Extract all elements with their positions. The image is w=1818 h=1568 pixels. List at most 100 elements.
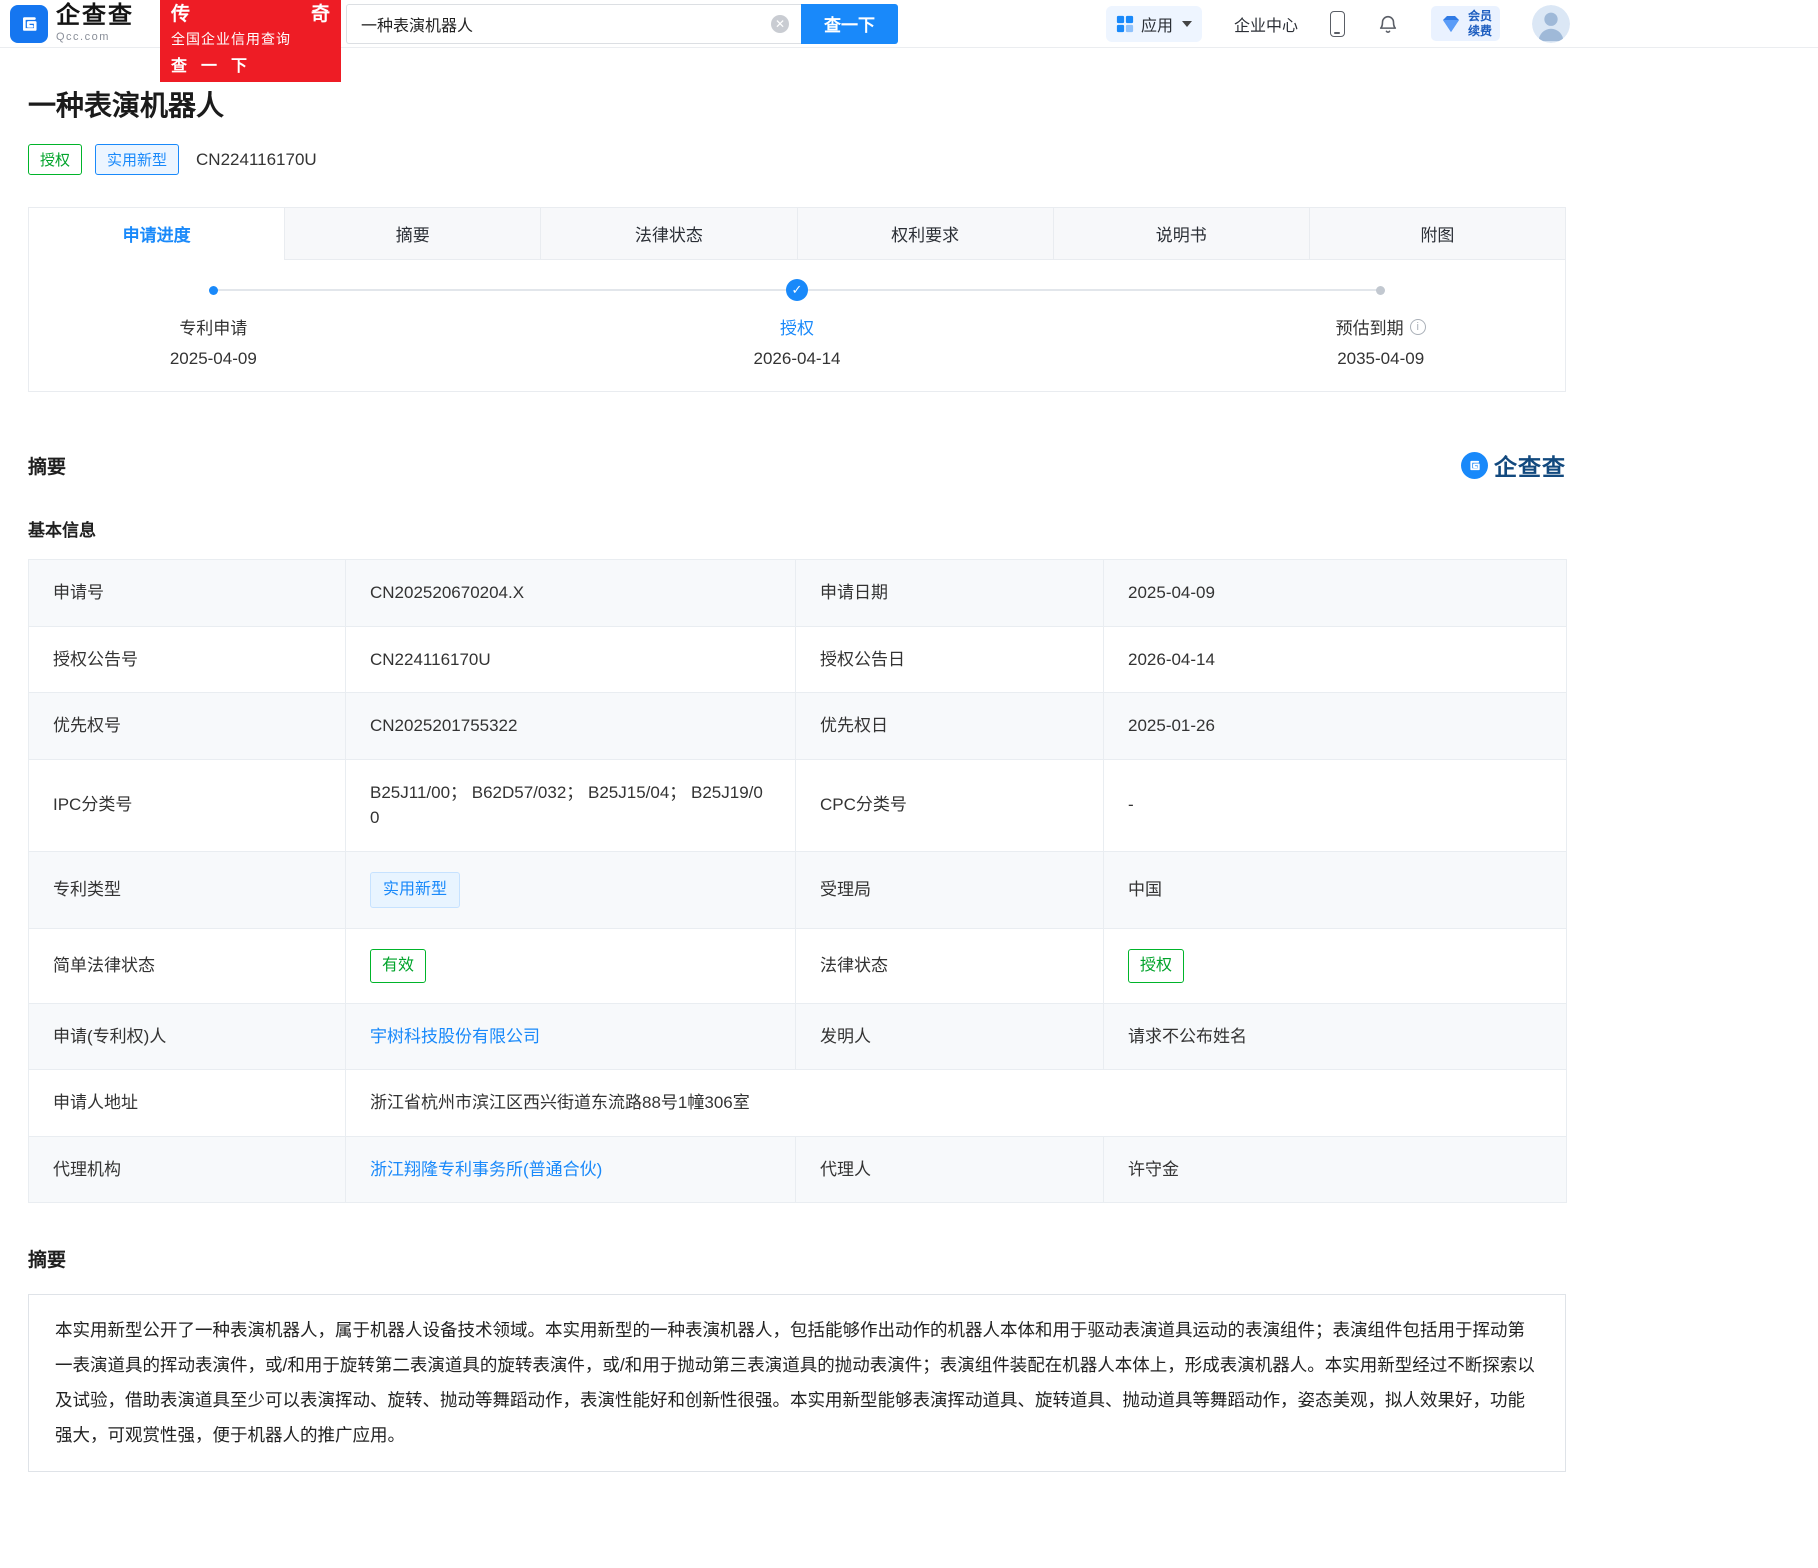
promo-line3: 查一下 xyxy=(171,52,330,76)
table-row: 申请号 CN202520670204.X 申请日期 2025-04-09 xyxy=(29,560,1567,627)
patent-type-table-badge: 实用新型 xyxy=(370,872,460,908)
user-avatar[interactable] xyxy=(1532,5,1570,43)
apps-menu-label: 应用 xyxy=(1141,12,1173,36)
table-row: 申请人地址 浙江省杭州市滨江区西兴街道东流路88号1幢306室 xyxy=(29,1070,1567,1137)
apps-menu[interactable]: 应用 xyxy=(1106,6,1202,42)
mobile-app-icon[interactable] xyxy=(1330,11,1345,37)
qcc-watermark: 企查查 xyxy=(1461,448,1566,482)
field-value: 请求不公布姓名 xyxy=(1104,1003,1567,1070)
tab-specification[interactable]: 说明书 xyxy=(1053,208,1309,260)
search-button[interactable]: 查一下 xyxy=(801,4,898,44)
field-label: 简单法律状态 xyxy=(29,928,346,1003)
search-bar: 查一下 xyxy=(346,4,898,44)
patent-type-badge: 实用新型 xyxy=(95,144,179,175)
field-value: 有效 xyxy=(346,928,796,1003)
field-label: 优先权号 xyxy=(29,693,346,760)
timeline-dot-blue xyxy=(209,286,218,295)
basic-info-title: 基本信息 xyxy=(28,516,1566,541)
enterprise-center-link[interactable]: 企业中心 xyxy=(1234,12,1298,36)
timeline-label: 预估到期 xyxy=(1336,314,1404,339)
tab-claims[interactable]: 权利要求 xyxy=(797,208,1053,260)
timeline-node-application: 专利申请 2025-04-09 xyxy=(83,266,343,369)
publication-number: CN224116170U xyxy=(196,150,317,170)
timeline-dot-gray xyxy=(1376,286,1385,295)
timeline-node-expiry: 预估到期 2035-04-09 xyxy=(1251,266,1511,369)
qcc-watermark-icon xyxy=(1461,452,1488,479)
field-value: 宇树科技股份有限公司 xyxy=(346,1003,796,1070)
table-row: 优先权号 CN2025201755322 优先权日 2025-01-26 xyxy=(29,693,1567,760)
field-label: 优先权日 xyxy=(796,693,1104,760)
field-label: 申请日期 xyxy=(796,560,1104,627)
granted-check-icon xyxy=(786,279,808,301)
field-label: 专利类型 xyxy=(29,851,346,928)
promo-banner: 传 奇 全国企业信用查询 查一下 xyxy=(160,0,341,82)
summary-section-title: 摘要 xyxy=(28,452,66,479)
basic-info-table: 申请号 CN202520670204.X 申请日期 2025-04-09 授权公… xyxy=(28,559,1567,1203)
qcc-logo[interactable]: 企查查 Qcc.com xyxy=(10,4,134,43)
top-navigation-bar: 企查查 Qcc.com 传 奇 全国企业信用查询 查一下 查一下 应用 xyxy=(0,0,1818,48)
timeline-date: 2026-04-14 xyxy=(667,349,927,369)
valid-status-badge: 有效 xyxy=(370,949,426,983)
promo-line2: 全国企业信用查询 xyxy=(171,29,330,49)
field-value: 浙江省杭州市滨江区西兴街道东流路88号1幢306室 xyxy=(346,1070,1567,1137)
patent-tag-row: 授权 实用新型 CN224116170U xyxy=(28,144,1566,175)
field-label: CPC分类号 xyxy=(796,759,1104,851)
member-label-line1: 会员 xyxy=(1468,9,1492,23)
clear-search-icon[interactable] xyxy=(771,15,789,33)
table-row: 简单法律状态 有效 法律状态 授权 xyxy=(29,928,1567,1003)
grid-icon xyxy=(1116,15,1134,33)
agency-link[interactable]: 浙江翔隆专利事务所(普通合伙) xyxy=(370,1160,602,1179)
field-value: 中国 xyxy=(1104,851,1567,928)
field-label: 受理局 xyxy=(796,851,1104,928)
field-value: 2026-04-14 xyxy=(1104,626,1567,693)
field-label: 法律状态 xyxy=(796,928,1104,1003)
tab-application-progress[interactable]: 申请进度 xyxy=(29,208,284,260)
spiral-glyph-icon xyxy=(15,10,43,38)
qcc-logo-domain: Qcc.com xyxy=(56,31,134,43)
field-value: B25J11/00； B62D57/032； B25J15/04； B25J19… xyxy=(346,759,796,851)
field-value: 授权 xyxy=(1104,928,1567,1003)
search-input[interactable] xyxy=(346,4,801,44)
qcc-watermark-text: 企查查 xyxy=(1494,448,1566,482)
table-row: IPC分类号 B25J11/00； B62D57/032； B25J15/04；… xyxy=(29,759,1567,851)
patent-detail-page: 一种表演机器人 授权 实用新型 CN224116170U 申请进度 摘要 法律状… xyxy=(28,84,1566,1472)
qcc-logo-name: 企查查 xyxy=(56,4,134,28)
abstract-text: 本实用新型公开了一种表演机器人，属于机器人设备技术领域。本实用新型的一种表演机器… xyxy=(28,1294,1566,1472)
page-title: 一种表演机器人 xyxy=(28,84,1566,124)
timeline-label: 专利申请 xyxy=(179,314,247,339)
field-label: 申请人地址 xyxy=(29,1070,346,1137)
table-row: 授权公告号 CN224116170U 授权公告日 2026-04-14 xyxy=(29,626,1567,693)
notification-bell-icon[interactable] xyxy=(1377,13,1399,35)
info-icon[interactable] xyxy=(1410,319,1426,335)
avatar-placeholder-icon xyxy=(1532,5,1570,43)
caret-down-icon xyxy=(1182,21,1192,27)
field-value: 2025-01-26 xyxy=(1104,693,1567,760)
member-renew-badge[interactable]: 会员 续费 xyxy=(1431,6,1500,41)
table-row: 申请(专利权)人 宇树科技股份有限公司 发明人 请求不公布姓名 xyxy=(29,1003,1567,1070)
field-label: 申请(专利权)人 xyxy=(29,1003,346,1070)
field-value: CN202520670204.X xyxy=(346,560,796,627)
field-label: 授权公告号 xyxy=(29,626,346,693)
application-progress-panel: 专利申请 2025-04-09 授权 2026-04-14 预估到期 2035-… xyxy=(28,260,1566,392)
header-right-nav: 应用 企业中心 会员 续费 xyxy=(1106,5,1570,43)
member-label-line2: 续费 xyxy=(1468,24,1492,38)
field-value: - xyxy=(1104,759,1567,851)
field-value: CN2025201755322 xyxy=(346,693,796,760)
promo-line1-left: 传 xyxy=(171,4,190,27)
timeline-node-granted: 授权 2026-04-14 xyxy=(667,266,927,369)
timeline-date: 2035-04-09 xyxy=(1251,349,1511,369)
table-row: 代理机构 浙江翔隆专利事务所(普通合伙) 代理人 许守金 xyxy=(29,1136,1567,1203)
field-label: 代理机构 xyxy=(29,1136,346,1203)
field-value: CN224116170U xyxy=(346,626,796,693)
field-label: IPC分类号 xyxy=(29,759,346,851)
applicant-company-link[interactable]: 宇树科技股份有限公司 xyxy=(370,1027,540,1046)
tab-drawings[interactable]: 附图 xyxy=(1309,208,1565,260)
tab-summary[interactable]: 摘要 xyxy=(284,208,540,260)
field-value: 实用新型 xyxy=(346,851,796,928)
promo-line1-right: 奇 xyxy=(311,4,330,27)
summary-section-header: 摘要 企查查 xyxy=(28,448,1566,482)
qcc-logo-icon xyxy=(10,5,48,43)
detail-tab-bar: 申请进度 摘要 法律状态 权利要求 说明书 附图 xyxy=(28,207,1566,260)
tab-legal-status[interactable]: 法律状态 xyxy=(540,208,796,260)
field-value: 2025-04-09 xyxy=(1104,560,1567,627)
